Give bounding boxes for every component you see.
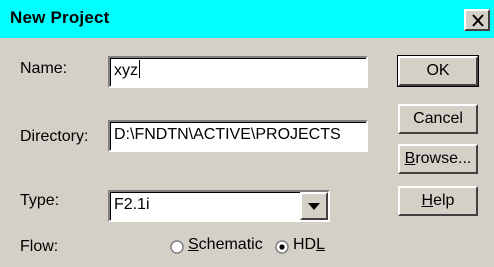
hdl-radio-label[interactable]: HDL: [293, 236, 325, 254]
type-select-value: F2.1i: [114, 196, 150, 213]
schematic-radio[interactable]: [170, 240, 184, 254]
ok-button[interactable]: OK: [397, 55, 479, 87]
new-project-dialog: New Project Name: xyz Directory: D:\FNDT…: [0, 0, 494, 267]
directory-label: Directory:: [20, 128, 89, 145]
name-input[interactable]: xyz: [108, 56, 368, 88]
close-icon: [472, 14, 484, 27]
schematic-radio-label[interactable]: Schematic: [188, 236, 263, 254]
text-caret: [139, 60, 140, 78]
directory-input[interactable]: D:\FNDTN\ACTIVE\PROJECTS: [108, 120, 368, 152]
help-button[interactable]: Help: [398, 186, 478, 216]
flow-label: Flow:: [20, 238, 59, 255]
title-bar[interactable]: New Project: [0, 0, 494, 38]
browse-button[interactable]: Browse...: [398, 144, 478, 174]
close-button[interactable]: [464, 9, 490, 31]
type-select[interactable]: F2.1i: [108, 190, 330, 222]
type-dropdown-button[interactable]: [300, 192, 328, 220]
hdl-radio[interactable]: [275, 240, 289, 254]
name-input-value: xyz: [114, 62, 138, 79]
cancel-button[interactable]: Cancel: [398, 104, 478, 134]
dropdown-arrow-icon: [308, 203, 320, 210]
name-label: Name:: [20, 60, 68, 77]
type-label: Type:: [20, 192, 60, 209]
directory-input-value: D:\FNDTN\ACTIVE\PROJECTS: [114, 126, 341, 143]
dialog-title: New Project: [10, 8, 110, 27]
